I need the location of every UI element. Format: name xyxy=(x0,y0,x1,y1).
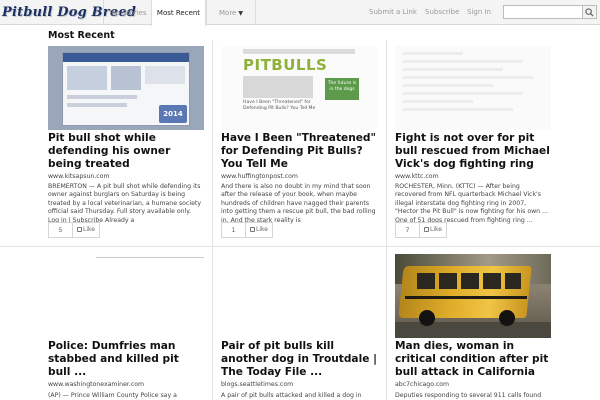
article-headline[interactable]: Pit bull shot while defending his owner … xyxy=(48,132,204,171)
article-headline[interactable]: Fight is not over for pit bull rescued f… xyxy=(395,132,551,171)
thumbnail-caption: Have I Been "Threatened" for Defending P… xyxy=(243,100,316,111)
column-divider xyxy=(212,40,213,400)
article-card: Fight is not over for pit bull rescued f… xyxy=(395,46,551,246)
search-button[interactable] xyxy=(583,5,597,19)
website-screenshot-image: PITBULLS Have I Been "Threatened" for De… xyxy=(221,46,377,130)
section-title: Most Recent xyxy=(48,30,115,41)
subscribe-link[interactable]: Subscribe xyxy=(425,0,459,25)
like-widget: 7 Like xyxy=(395,222,447,238)
like-button[interactable]: Like xyxy=(246,223,272,237)
website-screenshot-image xyxy=(395,46,551,130)
article-card: Pair of pit bulls kill another dog in Tr… xyxy=(221,254,377,400)
article-source[interactable]: blogs.seattletimes.com xyxy=(221,381,293,388)
like-widget: 5 Like xyxy=(48,222,100,238)
article-source[interactable]: www.huffingtonpost.com xyxy=(221,173,298,180)
blank-thumbnail-image xyxy=(221,254,377,338)
search-input[interactable] xyxy=(503,5,583,19)
article-source[interactable]: www.kitsapsun.com xyxy=(48,173,110,180)
thumbs-up-icon xyxy=(250,227,256,232)
website-screenshot-image: 2014 xyxy=(48,46,204,130)
caret-down-icon: ▼ xyxy=(238,10,243,17)
article-card: Man dies, woman in critical condition af… xyxy=(395,254,551,400)
article-thumbnail[interactable] xyxy=(395,46,551,130)
like-label: Like xyxy=(430,226,442,233)
article-thumbnail[interactable] xyxy=(395,254,551,338)
row-divider xyxy=(0,246,600,247)
thumbnail-promo: The future is in the dogs xyxy=(325,78,359,100)
like-label: Like xyxy=(256,226,268,233)
tab-more[interactable]: More ▼ xyxy=(206,0,256,25)
submit-link[interactable]: Submit a Link xyxy=(369,0,417,25)
article-snippet: (AP) — Prince William County Police say … xyxy=(48,392,177,399)
article-source[interactable]: abc7chicago.com xyxy=(395,381,449,388)
like-button[interactable]: Like xyxy=(73,223,99,237)
tab-top-stories[interactable]: Top Stories xyxy=(103,0,151,25)
article-card: Police: Dumfries man stabbed and killed … xyxy=(48,254,204,400)
article-thumbnail[interactable] xyxy=(221,254,377,338)
article-headline[interactable]: Have I Been "Threatened" for Defending P… xyxy=(221,132,377,171)
thumbnail-badge: 2014 xyxy=(159,105,187,123)
thumbnail-title: PITBULLS xyxy=(243,56,328,74)
article-headline[interactable]: Man dies, woman in critical condition af… xyxy=(395,340,551,379)
thumbs-up-icon xyxy=(424,227,430,232)
site-logo[interactable]: Pitbull Dog Breed xyxy=(2,2,136,23)
article-source[interactable]: www.kttc.com xyxy=(395,173,439,180)
article-headline[interactable]: Police: Dumfries man stabbed and killed … xyxy=(48,340,204,379)
tab-more-label: More xyxy=(219,9,237,17)
article-source[interactable]: www.washingtonexaminer.com xyxy=(48,381,144,388)
thumbs-up-icon xyxy=(77,227,83,232)
article-card: PITBULLS Have I Been "Threatened" for De… xyxy=(221,46,377,246)
article-snippet: Deputies responding to several 911 calls… xyxy=(395,392,542,399)
school-bus-photo xyxy=(395,254,551,338)
top-navigation-bar: Pitbull Dog Breed Top Stories Most Recen… xyxy=(0,0,600,26)
tab-most-recent[interactable]: Most Recent xyxy=(151,0,206,26)
like-count: 5 xyxy=(49,223,73,237)
search-icon xyxy=(585,8,594,17)
like-button[interactable]: Like xyxy=(420,223,446,237)
column-divider xyxy=(386,40,387,400)
article-snippet: A pair of pit bulls attacked and killed … xyxy=(221,392,362,399)
like-count: 1 xyxy=(222,223,246,237)
article-thumbnail[interactable]: 2014 xyxy=(48,46,204,130)
sign-in-link[interactable]: Sign In xyxy=(467,0,491,25)
like-widget: 1 Like xyxy=(221,222,273,238)
blank-thumbnail-image xyxy=(48,254,204,338)
article-thumbnail[interactable] xyxy=(48,254,204,338)
article-thumbnail[interactable]: PITBULLS Have I Been "Threatened" for De… xyxy=(221,46,377,130)
article-card: 2014 Pit bull shot while defending his o… xyxy=(48,46,204,246)
like-count: 7 xyxy=(396,223,420,237)
article-headline[interactable]: Pair of pit bulls kill another dog in Tr… xyxy=(221,340,377,379)
like-label: Like xyxy=(83,226,95,233)
